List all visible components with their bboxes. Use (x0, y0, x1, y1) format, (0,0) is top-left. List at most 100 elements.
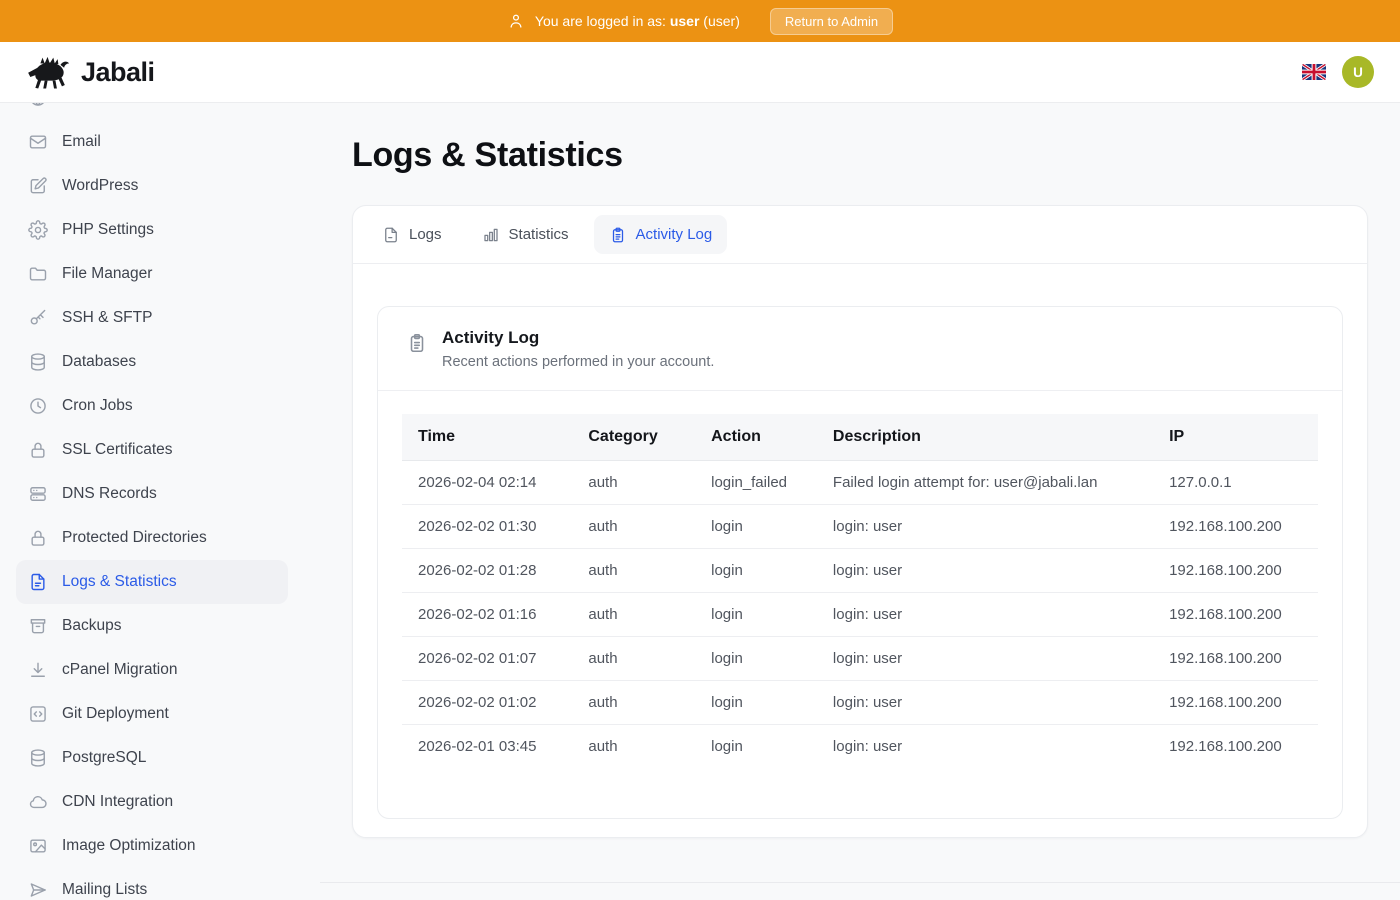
sidebar-item-backups[interactable]: Backups (16, 604, 288, 648)
column-header-description: Description (817, 414, 1153, 461)
table-cell: auth (572, 637, 695, 681)
globe-icon (28, 103, 48, 108)
table-cell: login: user (817, 725, 1153, 769)
cloud-icon (28, 792, 48, 812)
sidebar-item-label: DNS Records (62, 485, 157, 503)
uk-flag-icon[interactable] (1302, 64, 1326, 80)
database-icon (28, 352, 48, 372)
user-avatar[interactable]: U (1342, 56, 1374, 88)
table-row: 2026-02-01 03:45authloginlogin: user192.… (402, 725, 1318, 769)
table-row: 2026-02-02 01:07authloginlogin: user192.… (402, 637, 1318, 681)
column-header-ip: IP (1153, 414, 1318, 461)
clipboard-icon (609, 226, 627, 244)
table-row: 2026-02-02 01:16authloginlogin: user192.… (402, 593, 1318, 637)
sidebar-item-git-deployment[interactable]: Git Deployment (16, 692, 288, 736)
table-cell: 2026-02-02 01:30 (402, 505, 572, 549)
table-row: 2026-02-04 02:14authlogin_failedFailed l… (402, 461, 1318, 505)
sidebar-item-cron-jobs[interactable]: Cron Jobs (16, 384, 288, 428)
sidebar-item-image-optimization[interactable]: Image Optimization (16, 824, 288, 868)
brand[interactable]: Jabali (26, 54, 155, 90)
return-to-admin-button[interactable]: Return to Admin (770, 8, 893, 35)
admin-impersonation-bar: You are logged in as: user (user) Return… (0, 0, 1400, 42)
table-cell: login: user (817, 681, 1153, 725)
file-text-icon (28, 572, 48, 592)
table-cell: auth (572, 593, 695, 637)
table-cell: login: user (817, 549, 1153, 593)
sidebar-item-label: CDN Integration (62, 793, 173, 811)
table-cell: 192.168.100.200 (1153, 549, 1318, 593)
table-cell: 192.168.100.200 (1153, 593, 1318, 637)
table-cell: login (695, 593, 817, 637)
sidebar-item-label: WordPress (62, 177, 138, 195)
table-cell: 2026-02-02 01:02 (402, 681, 572, 725)
sidebar-nav: EmailWordPressPHP SettingsFile ManagerSS… (0, 103, 304, 900)
section-divider (320, 882, 1400, 883)
database-icon (28, 748, 48, 768)
tab-label: Statistics (509, 226, 569, 243)
edit-icon (28, 176, 48, 196)
table-row: 2026-02-02 01:30authloginlogin: user192.… (402, 505, 1318, 549)
sidebar-item-protected-directories[interactable]: Protected Directories (16, 516, 288, 560)
sidebar-item-label: Databases (62, 353, 136, 371)
sidebar-item-ssh-sftp[interactable]: SSH & SFTP (16, 296, 288, 340)
table-cell: 2026-02-02 01:07 (402, 637, 572, 681)
sidebar-item-hidden[interactable] (16, 103, 288, 120)
sidebar-item-php-settings[interactable]: PHP Settings (16, 208, 288, 252)
table-cell: login: user (817, 593, 1153, 637)
sidebar-item-file-manager[interactable]: File Manager (16, 252, 288, 296)
send-icon (28, 880, 48, 900)
sidebar-item-ssl-certificates[interactable]: SSL Certificates (16, 428, 288, 472)
file-icon (382, 226, 400, 244)
table-cell: login: user (817, 505, 1153, 549)
table-cell: auth (572, 461, 695, 505)
table-cell: Failed login attempt for: user@jabali.la… (817, 461, 1153, 505)
sidebar-item-dns-records[interactable]: DNS Records (16, 472, 288, 516)
sidebar-item-label: SSL Certificates (62, 441, 173, 459)
sidebar-item-label: PHP Settings (62, 221, 154, 239)
logged-in-message: You are logged in as: user (user) (535, 13, 740, 29)
sidebar-item-logs-statistics[interactable]: Logs & Statistics (16, 560, 288, 604)
table-cell: 192.168.100.200 (1153, 637, 1318, 681)
tab-label: Activity Log (636, 226, 713, 243)
activity-table-head-row: TimeCategoryActionDescriptionIP (402, 414, 1318, 461)
logged-in-username: user (670, 13, 700, 29)
key-icon (28, 308, 48, 328)
column-header-category: Category (572, 414, 695, 461)
table-cell: 192.168.100.200 (1153, 505, 1318, 549)
activity-table-body: 2026-02-04 02:14authlogin_failedFailed l… (402, 461, 1318, 769)
table-cell: 2026-02-01 03:45 (402, 725, 572, 769)
sidebar-item-label: Image Optimization (62, 837, 196, 855)
column-header-time: Time (402, 414, 572, 461)
lock-icon (28, 528, 48, 548)
sidebar-item-cdn-integration[interactable]: CDN Integration (16, 780, 288, 824)
tab-statistics[interactable]: Statistics (467, 215, 584, 254)
page-title: Logs & Statistics (352, 136, 1368, 175)
download-icon (28, 660, 48, 680)
table-cell: login (695, 549, 817, 593)
table-cell: 2026-02-02 01:28 (402, 549, 572, 593)
sidebar-item-databases[interactable]: Databases (16, 340, 288, 384)
sidebar-item-postgresql[interactable]: PostgreSQL (16, 736, 288, 780)
table-cell: auth (572, 549, 695, 593)
sidebar-item-label: Protected Directories (62, 529, 207, 547)
sidebar-item-mailing-lists[interactable]: Mailing Lists (16, 868, 288, 900)
sidebar-item-label: Backups (62, 617, 121, 635)
activity-log-card: Activity Log Recent actions performed in… (377, 306, 1343, 819)
table-cell: auth (572, 681, 695, 725)
folder-icon (28, 264, 48, 284)
table-cell: login_failed (695, 461, 817, 505)
tab-logs[interactable]: Logs (367, 215, 457, 254)
sidebar-item-wordpress[interactable]: WordPress (16, 164, 288, 208)
sidebar-item-cpanel-migration[interactable]: cPanel Migration (16, 648, 288, 692)
table-cell: login (695, 637, 817, 681)
table-cell: login (695, 681, 817, 725)
sidebar-item-label: Logs & Statistics (62, 573, 177, 591)
lock-icon (28, 440, 48, 460)
table-cell: 2026-02-04 02:14 (402, 461, 572, 505)
activity-table: TimeCategoryActionDescriptionIP 2026-02-… (402, 414, 1318, 768)
table-cell: login (695, 725, 817, 769)
sidebar-item-email[interactable]: Email (16, 120, 288, 164)
column-header-action: Action (695, 414, 817, 461)
sidebar-item-label: Mailing Lists (62, 881, 147, 899)
tab-activity-log[interactable]: Activity Log (594, 215, 728, 254)
